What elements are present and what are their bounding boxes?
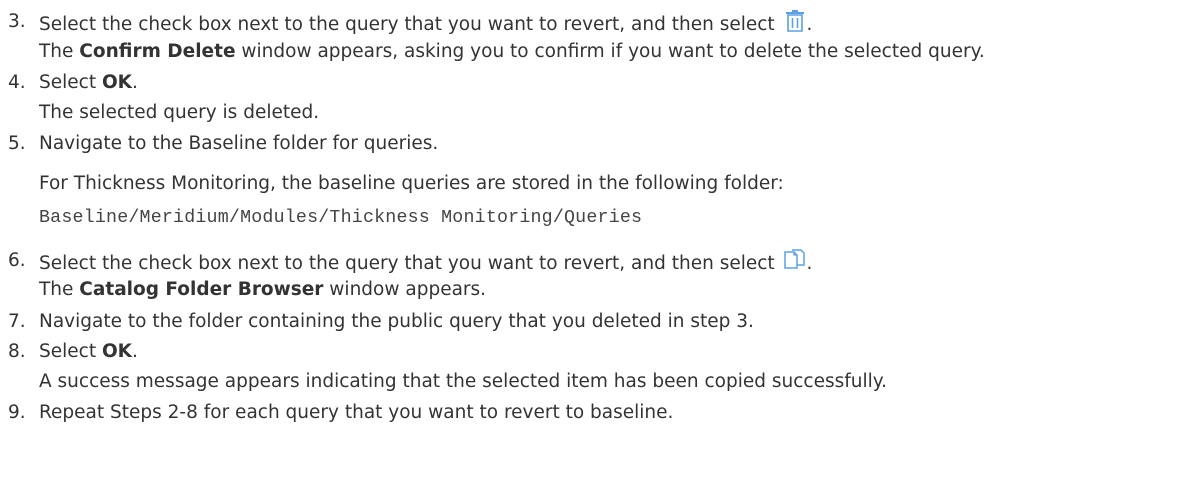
result-prefix: The xyxy=(39,41,80,62)
step-number: 5. xyxy=(8,133,26,154)
step-instruction: Select the check box next to the query t… xyxy=(39,248,812,274)
button-name: OK xyxy=(101,72,133,93)
result-suffix: window appears. xyxy=(323,279,487,300)
step-text: Select xyxy=(39,72,102,93)
step-text-end: . xyxy=(806,253,813,274)
step-number: 6. xyxy=(8,250,26,271)
step-number: 3. xyxy=(8,11,26,32)
step-instruction: Navigate to the Baseline folder for quer… xyxy=(39,133,439,154)
step-note: For Thickness Monitoring, the baseline q… xyxy=(39,173,784,194)
step-instruction: Select the check box next to the query t… xyxy=(39,9,812,35)
result-suffix: window appears, asking you to confirm if… xyxy=(235,41,985,62)
step-result: The Confirm Delete window appears, askin… xyxy=(39,39,985,65)
folder-path: Baseline/Meridium/Modules/Thickness Moni… xyxy=(39,208,643,228)
step-instruction: Select OK. xyxy=(39,339,138,365)
window-name: Catalog Folder Browser xyxy=(79,279,324,300)
step-text-end: . xyxy=(806,14,813,35)
step-number: 8. xyxy=(8,341,26,362)
button-name: OK xyxy=(101,341,133,362)
trash-icon xyxy=(783,9,807,41)
procedure-steps: 3. Select the check box next to the quer… xyxy=(0,0,1179,486)
step-number: 9. xyxy=(8,402,26,423)
step-text: Select the check box next to the query t… xyxy=(39,14,775,35)
copy-icon xyxy=(783,248,807,280)
result-prefix: The xyxy=(39,279,80,300)
step-result: The selected query is deleted. xyxy=(39,102,320,123)
step-text: Select xyxy=(39,341,102,362)
step-number: 7. xyxy=(8,311,26,332)
step-instruction: Select OK. xyxy=(39,70,138,96)
step-text-end: . xyxy=(132,341,138,362)
step-result: A success message appears indicating tha… xyxy=(39,371,887,392)
step-text-end: . xyxy=(132,72,138,93)
step-result: The Catalog Folder Browser window appear… xyxy=(39,277,486,303)
step-instruction: Navigate to the folder containing the pu… xyxy=(39,311,754,332)
step-instruction: Repeat Steps 2-8 for each query that you… xyxy=(39,402,674,423)
step-text: Select the check box next to the query t… xyxy=(39,253,775,274)
window-name: Confirm Delete xyxy=(79,41,236,62)
step-number: 4. xyxy=(8,72,26,93)
